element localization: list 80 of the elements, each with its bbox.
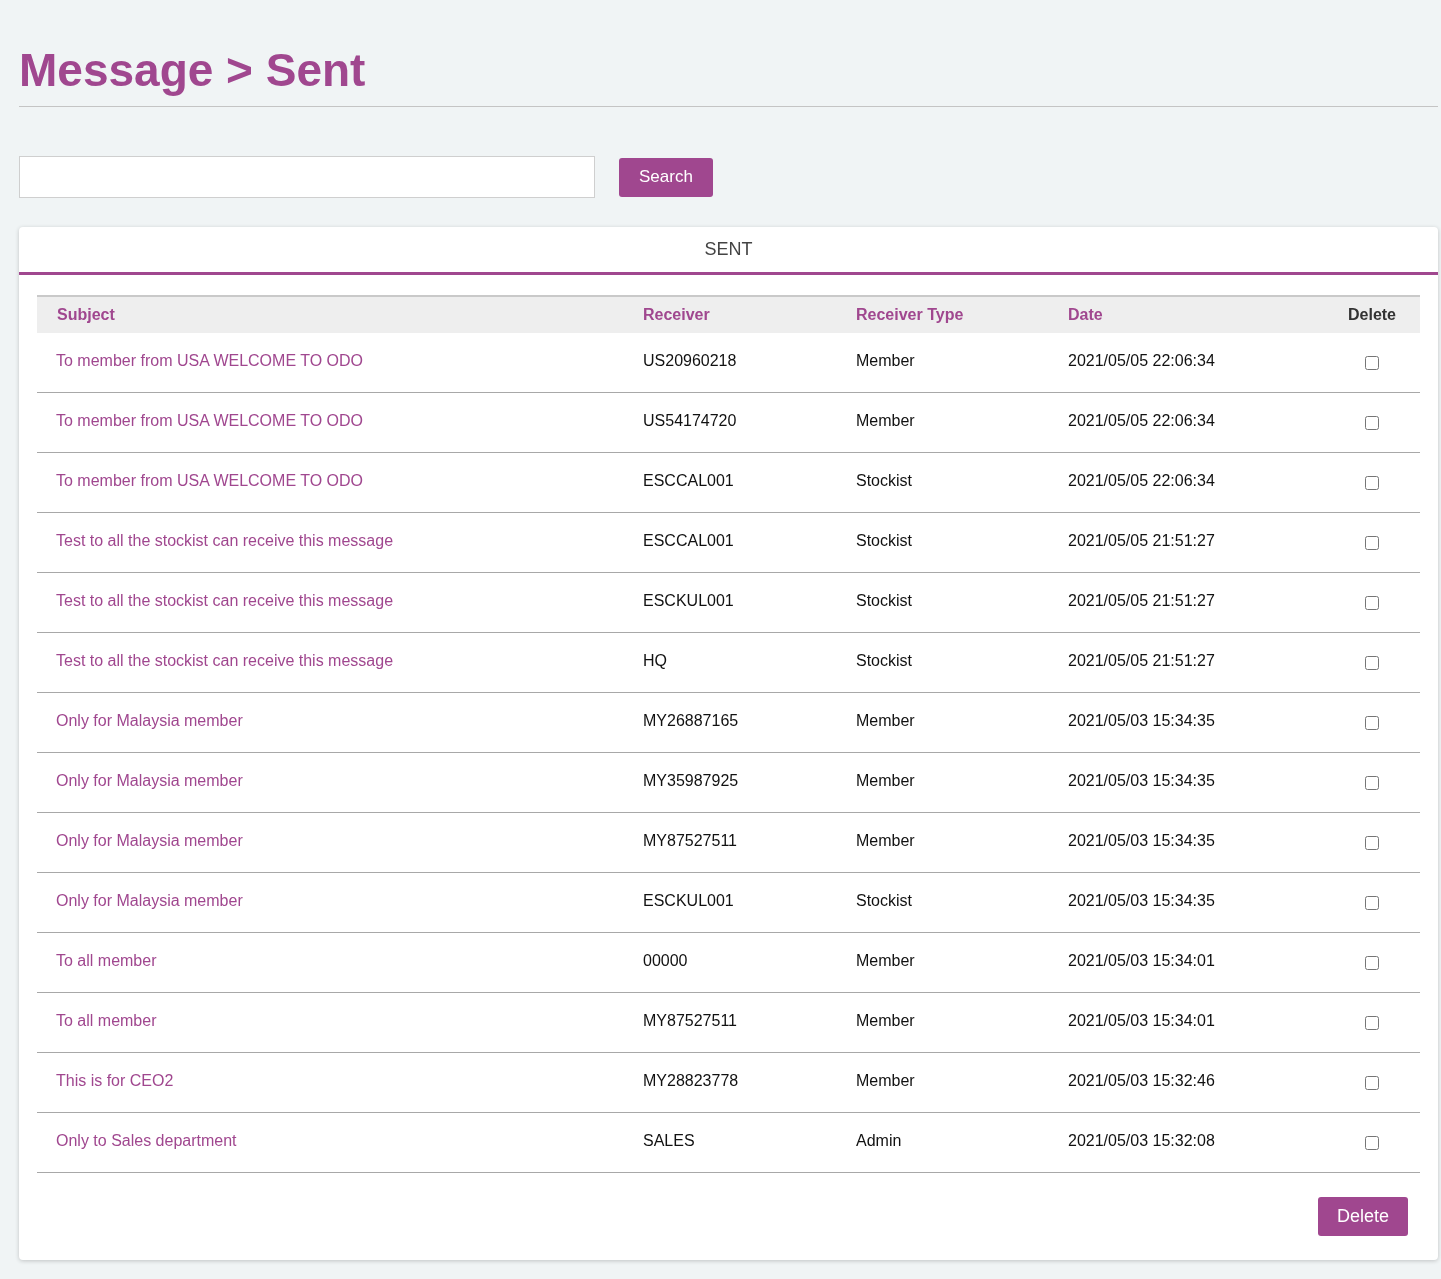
receiver-cell: MY87527511 <box>643 831 737 849</box>
receiver-type-cell: Member <box>856 411 915 429</box>
receiver-cell: ESCKUL001 <box>643 591 734 609</box>
subject-link[interactable]: To member from USA WELCOME TO ODO <box>56 351 364 369</box>
receiver-cell: MY87527511 <box>643 1011 737 1029</box>
receiver-cell: HQ <box>643 651 667 669</box>
receiver-cell: ESCCAL001 <box>643 531 734 549</box>
delete-checkbox[interactable] <box>1365 775 1379 790</box>
delete-checkbox[interactable] <box>1365 1015 1379 1030</box>
delete-checkbox[interactable] <box>1365 595 1379 610</box>
date-cell: 2021/05/03 15:32:08 <box>1068 1131 1215 1149</box>
receiver-type-cell: Stockist <box>856 471 912 489</box>
date-cell: 2021/05/05 22:06:34 <box>1068 411 1215 429</box>
subject-link[interactable]: Test to all the stockist can receive this message <box>56 591 394 609</box>
delete-button[interactable]: Delete <box>1318 1197 1408 1236</box>
date-cell: 2021/05/05 21:51:27 <box>1068 531 1215 549</box>
receiver-type-cell: Stockist <box>856 651 912 669</box>
subject-link[interactable]: To member from USA WELCOME TO ODO <box>56 411 364 429</box>
subject-link[interactable]: To all member <box>56 1011 157 1029</box>
date-cell: 2021/05/05 22:06:34 <box>1068 471 1215 489</box>
receiver-cell: 00000 <box>643 951 688 969</box>
receiver-cell: ESCKUL001 <box>643 891 734 909</box>
receiver-type-cell: Stockist <box>856 891 912 909</box>
receiver-cell: US20960218 <box>643 351 737 369</box>
delete-checkbox[interactable] <box>1365 655 1379 670</box>
receiver-cell: SALES <box>643 1131 695 1149</box>
delete-checkbox[interactable] <box>1365 1135 1379 1150</box>
column-header[interactable]: Subject <box>57 303 115 327</box>
date-cell: 2021/05/03 15:34:35 <box>1068 831 1215 849</box>
receiver-type-cell: Member <box>856 1011 915 1029</box>
date-cell: 2021/05/03 15:34:01 <box>1068 951 1215 969</box>
search-button[interactable]: Search <box>619 157 713 197</box>
column-header[interactable]: Date <box>1068 303 1103 327</box>
subject-link[interactable]: Only for Malaysia member <box>56 711 243 729</box>
receiver-cell: MY26887165 <box>643 711 739 729</box>
date-cell: 2021/05/03 15:34:35 <box>1068 891 1215 909</box>
delete-checkbox[interactable] <box>1365 355 1379 370</box>
subject-link[interactable]: This is for CEO2 <box>56 1071 174 1089</box>
date-cell: 2021/05/05 21:51:27 <box>1068 591 1215 609</box>
delete-checkbox[interactable] <box>1365 1075 1379 1090</box>
subject-link[interactable]: Only for Malaysia member <box>56 891 243 909</box>
date-cell: 2021/05/03 15:34:35 <box>1068 771 1215 789</box>
delete-checkbox[interactable] <box>1365 835 1379 850</box>
date-cell: 2021/05/03 15:34:01 <box>1068 1011 1215 1029</box>
subject-link[interactable]: To all member <box>56 951 157 969</box>
receiver-cell: MY35987925 <box>643 771 739 789</box>
receiver-type-cell: Member <box>856 351 915 369</box>
subject-link[interactable]: Test to all the stockist can receive this message <box>56 531 394 549</box>
column-header: Delete <box>1348 305 1396 325</box>
column-header[interactable]: Receiver <box>643 303 710 327</box>
search-field[interactable] <box>19 156 595 198</box>
delete-checkbox[interactable] <box>1365 955 1379 970</box>
receiver-type-cell: Stockist <box>856 531 912 549</box>
page-title: Message > Sent <box>19 43 366 98</box>
receiver-cell: MY28823778 <box>643 1071 739 1089</box>
delete-checkbox[interactable] <box>1365 415 1379 430</box>
subject-link[interactable]: Only for Malaysia member <box>56 771 243 789</box>
delete-checkbox[interactable] <box>1365 475 1379 490</box>
date-cell: 2021/05/03 15:32:46 <box>1068 1071 1215 1089</box>
receiver-cell: US54174720 <box>643 411 737 429</box>
date-cell: 2021/05/03 15:34:35 <box>1068 711 1215 729</box>
subject-link[interactable]: Only for Malaysia member <box>56 831 243 849</box>
receiver-type-cell: Member <box>856 831 915 849</box>
delete-checkbox[interactable] <box>1365 715 1379 730</box>
subject-link[interactable]: To member from USA WELCOME TO ODO <box>56 471 364 489</box>
delete-checkbox[interactable] <box>1365 895 1379 910</box>
panel-tab-title: SENT <box>704 238 753 261</box>
receiver-type-cell: Member <box>856 711 915 729</box>
receiver-type-cell: Member <box>856 771 915 789</box>
receiver-type-cell: Admin <box>856 1131 902 1149</box>
column-header[interactable]: Receiver Type <box>856 303 964 327</box>
delete-checkbox[interactable] <box>1365 535 1379 550</box>
date-cell: 2021/05/05 21:51:27 <box>1068 651 1215 669</box>
receiver-cell: ESCCAL001 <box>643 471 734 489</box>
receiver-type-cell: Member <box>856 1071 915 1089</box>
receiver-type-cell: Member <box>856 951 915 969</box>
receiver-type-cell: Stockist <box>856 591 912 609</box>
date-cell: 2021/05/05 22:06:34 <box>1068 351 1215 369</box>
subject-link[interactable]: Test to all the stockist can receive this message <box>56 651 394 669</box>
subject-link[interactable]: Only to Sales department <box>56 1131 237 1149</box>
